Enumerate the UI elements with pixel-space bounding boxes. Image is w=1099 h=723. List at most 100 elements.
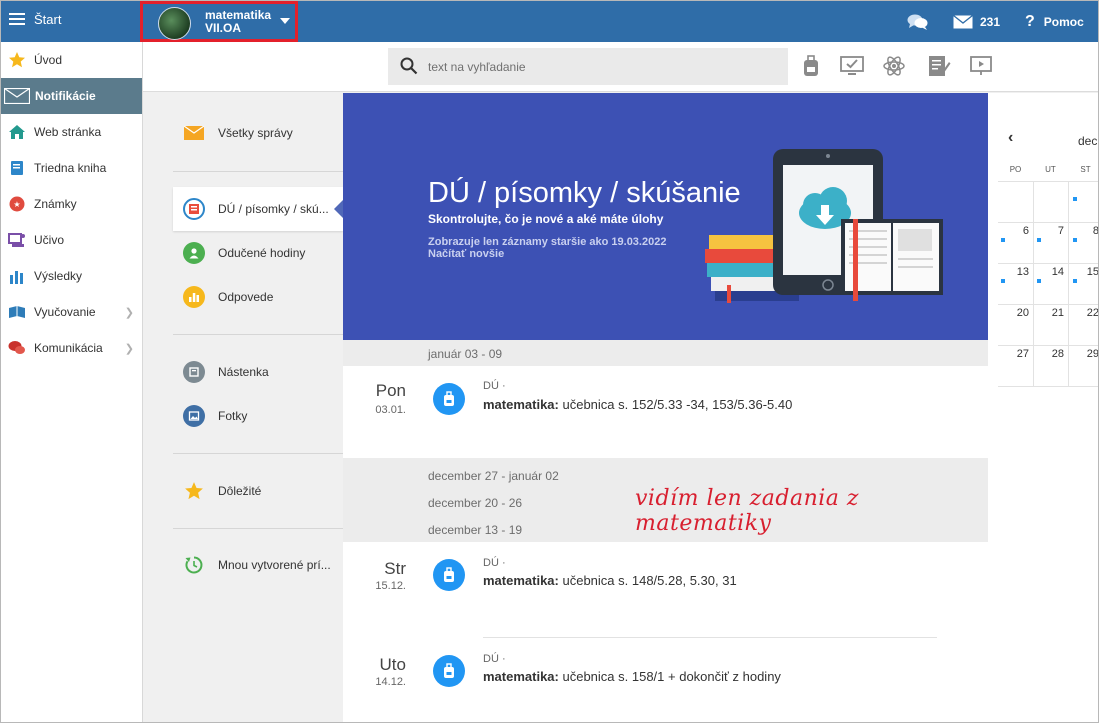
- filter-answers[interactable]: Odpovede: [173, 275, 343, 319]
- sidebar-item-web-stranka[interactable]: Web stránka: [1, 114, 142, 150]
- chat-bubbles-icon: [907, 14, 928, 30]
- sidebar-item-label: Vyučovanie: [34, 305, 96, 319]
- sidebar-item-ucivo[interactable]: Učivo: [1, 222, 142, 258]
- star-icon: [8, 51, 26, 69]
- sidebar-item-vyucovanie[interactable]: Vyučovanie ❯: [1, 294, 142, 330]
- sidebar-item-notifikacie[interactable]: Notifikácie: [1, 78, 142, 114]
- calendar-day[interactable]: 27: [998, 348, 1033, 360]
- filter-label: Mnou vytvorené prí...: [218, 558, 331, 572]
- filter-label: Všetky správy: [218, 126, 293, 140]
- help-button[interactable]: ? Pomoc: [1025, 1, 1084, 42]
- edit-document-icon[interactable]: [927, 54, 951, 78]
- atom-icon[interactable]: [882, 54, 906, 78]
- calendar-day[interactable]: 13: [998, 266, 1033, 278]
- feed-entry[interactable]: Pon 03.01. DÚ · matematika: učebnica s. …: [343, 366, 988, 458]
- calendar-day[interactable]: 21: [1033, 307, 1068, 319]
- calendar-weekday: PO: [1009, 165, 1022, 174]
- calendar-day[interactable]: 8: [1068, 225, 1098, 237]
- sidebar-item-label: Známky: [34, 197, 77, 211]
- question-mark-icon: ?: [1025, 12, 1035, 30]
- entry-subject: matematika:: [483, 397, 559, 412]
- calendar-weekday: ST: [1080, 165, 1091, 174]
- search-input[interactable]: [428, 48, 778, 85]
- calendar-divider: [998, 304, 1098, 305]
- sidebar-item-label: Učivo: [34, 233, 65, 247]
- notification-filter-nav: Všetky správy DÚ / písomky / skú... Oduč…: [143, 93, 344, 722]
- chevron-down-icon: [280, 18, 290, 24]
- messages-count: 231: [980, 14, 1001, 29]
- hamburger-menu-icon[interactable]: [9, 13, 25, 26]
- calendar-day[interactable]: 22: [1068, 307, 1098, 319]
- calendar-day[interactable]: 29: [1068, 348, 1098, 360]
- calendar-day[interactable]: 15: [1068, 266, 1098, 278]
- load-newer-link[interactable]: Načítať novšie: [428, 248, 504, 261]
- svg-text:★: ★: [13, 200, 20, 209]
- main-sidebar: Úvod Notifikácie Web stránka Triedna kni…: [1, 42, 143, 722]
- entry-description: učebnica s. 152/5.33 -34, 153/5.36-5.40: [558, 397, 793, 412]
- filter-label: Dôležité: [218, 484, 262, 498]
- curriculum-icon: [8, 231, 26, 249]
- entry-type: DÚ ·: [483, 653, 506, 665]
- sidebar-item-triedna-kniha[interactable]: Triedna kniha: [1, 150, 142, 186]
- sidebar-item-znamky[interactable]: ★ Známky: [1, 186, 142, 222]
- home-icon: [8, 123, 26, 141]
- calendar-weekday: UT: [1045, 165, 1056, 174]
- filter-label: DÚ / písomky / skú...: [218, 202, 329, 216]
- entry-day: Uto: [379, 655, 406, 674]
- page-subtitle: Skontrolujte, čo je nové a aké máte úloh…: [428, 212, 664, 226]
- entry-date: 15.12.: [375, 580, 406, 592]
- notification-feed: DÚ / písomky / skúšanie Skontrolujte, čo…: [343, 93, 988, 722]
- toolbar: [143, 42, 1098, 92]
- calendar-prev-button[interactable]: ‹: [1008, 129, 1013, 147]
- mini-calendar: ‹ dec PO UT ST 6 7 8 13 14 15 20 21 22 2…: [988, 93, 1098, 722]
- filter-important[interactable]: Dôležité: [173, 469, 343, 513]
- calendar-divider: [998, 263, 1098, 264]
- entry-type: DÚ ·: [483, 557, 506, 569]
- calendar-day[interactable]: 28: [1033, 348, 1068, 360]
- filter-all-messages[interactable]: Všetky správy: [173, 111, 343, 155]
- chat-button[interactable]: [907, 1, 929, 42]
- page-title: DÚ / písomky / skúšanie: [428, 177, 741, 209]
- start-link[interactable]: Štart: [34, 12, 61, 27]
- calendar-day[interactable]: 20: [998, 307, 1033, 319]
- sidebar-item-label: Triedna kniha: [34, 161, 107, 175]
- presentation-icon[interactable]: [969, 54, 993, 78]
- entry-description: učebnica s. 158/1 + dokončiť z hodiny: [558, 669, 781, 684]
- class-avatar: [158, 7, 191, 40]
- envelope-icon: [4, 87, 30, 105]
- filter-taught-lessons[interactable]: Odučené hodiny: [173, 231, 343, 275]
- sidebar-item-vysledky[interactable]: Výsledky: [1, 258, 142, 294]
- calendar-divider: [998, 222, 1098, 223]
- monitor-check-icon[interactable]: [840, 54, 864, 78]
- entry-subject: matematika:: [483, 669, 559, 684]
- refresh-icon: [183, 554, 205, 576]
- messages-button[interactable]: 231: [953, 1, 1000, 42]
- calendar-event-dot: [1037, 238, 1041, 242]
- sidebar-item-label: Komunikácia: [34, 341, 103, 355]
- calendar-day[interactable]: 6: [998, 225, 1033, 237]
- filter-homework-tests[interactable]: DÚ / písomky / skú...: [173, 187, 344, 231]
- sidebar-item-uvod[interactable]: Úvod: [1, 42, 142, 78]
- help-label: Pomoc: [1043, 14, 1084, 29]
- class-selector[interactable]: matematika VII.OA: [140, 1, 298, 42]
- entry-date: 03.01.: [375, 404, 406, 416]
- entry-text: matematika: učebnica s. 152/5.33 -34, 15…: [483, 397, 792, 412]
- filter-created-by-me[interactable]: Mnou vytvorené prí...: [173, 543, 343, 587]
- homework-icon: [183, 198, 205, 220]
- app-window: Štart matematika VII.OA 231 ? Pomoc Úvod…: [0, 0, 1099, 723]
- calendar-day[interactable]: 14: [1033, 266, 1068, 278]
- filter-noticeboard[interactable]: Nástenka: [173, 350, 343, 394]
- week-label: december 13 - 19: [428, 523, 523, 537]
- star-icon: [183, 480, 205, 502]
- search-box[interactable]: [388, 48, 788, 85]
- filter-photos[interactable]: Fotky: [173, 394, 343, 438]
- chevron-right-icon: ❯: [124, 342, 134, 355]
- feed-entry-group: Str 15.12. DÚ · matematika: učebnica s. …: [343, 542, 988, 722]
- calendar-day[interactable]: 7: [1033, 225, 1068, 237]
- sidebar-item-label: Web stránka: [34, 125, 102, 139]
- entry-text: matematika: učebnica s. 148/5.28, 5.30, …: [483, 573, 737, 588]
- handwritten-annotation: vidím len zadania z matematiky: [635, 486, 859, 536]
- backpack-icon[interactable]: [799, 54, 823, 78]
- calendar-event-dot: [1073, 238, 1077, 242]
- sidebar-item-komunikacia[interactable]: Komunikácia ❯: [1, 330, 142, 366]
